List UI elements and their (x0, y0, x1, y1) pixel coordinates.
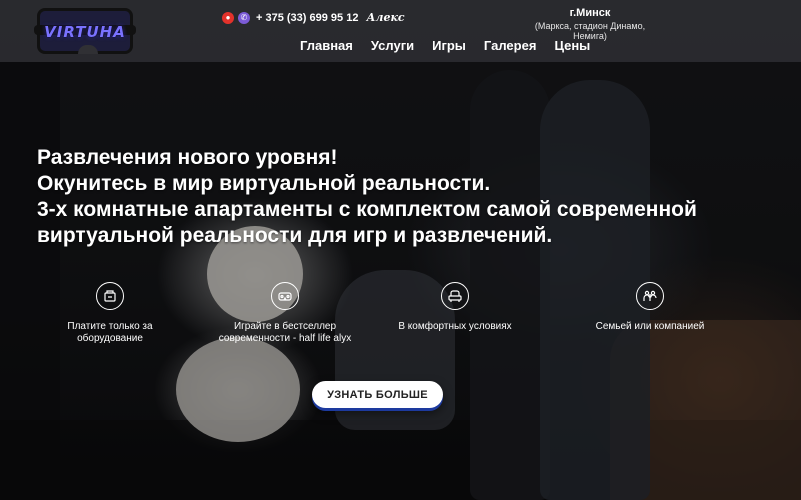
logo-text: VIRTUHA (44, 23, 126, 41)
armchair-icon (441, 282, 469, 310)
hero-background-photo (0, 0, 801, 500)
contact-phone[interactable]: ● ✆ + 375 (33) 699 95 12 Алекс (222, 11, 405, 24)
phone-operator-icon: ● (222, 11, 234, 24)
feature-label: Платите только за оборудование (67, 321, 153, 344)
feature-item: Играйте в бестселлер современности - hal… (215, 282, 355, 345)
feature-item: Платите только за оборудование (40, 282, 180, 345)
hero-line: Развлечения нового уровня! (37, 146, 338, 169)
city-name: г.Минск (569, 7, 611, 19)
main-nav: Главная Услуги Игры Галерея Цены (300, 38, 608, 53)
nav-item-gallery[interactable]: Галерея (484, 38, 537, 53)
site-header: VIRTUHA ● ✆ + 375 (33) 699 95 12 Алекс г… (0, 0, 801, 62)
family-icon (636, 282, 664, 310)
viber-icon: ✆ (238, 11, 250, 24)
site-logo[interactable]: VIRTUHA (34, 8, 136, 54)
hero-headline: Развлечения нового уровня! Окунитесь в м… (37, 145, 767, 249)
feature-label: В комфортных условиях (398, 321, 512, 332)
hero-line: 3-х комнатные апартаменты с комплектом с… (37, 198, 697, 221)
location: г.Минск (Маркса, стадион Динамо, Немига) (520, 7, 660, 41)
hero-line: Окунитесь в мир виртуальной реальности. (37, 172, 491, 195)
feature-item: В комфортных условиях (385, 282, 525, 333)
phone-number[interactable]: + 375 (33) 699 95 12 (256, 12, 358, 24)
feature-item: Семьей или компанией (580, 282, 720, 333)
vr-headset-icon (271, 282, 299, 310)
nav-item-games[interactable]: Игры (432, 38, 466, 53)
feature-label: Играйте в бестселлер современности - hal… (218, 321, 352, 344)
feature-label: Семьей или компанией (595, 321, 705, 332)
nav-item-home[interactable]: Главная (300, 38, 353, 53)
vr-equipment-icon (96, 282, 124, 310)
contact-name: Алекс (366, 11, 405, 24)
features-row: Платите только за оборудование Играйте в… (40, 282, 760, 362)
hero-line: виртуальной реальности для игр и развлеч… (37, 224, 553, 247)
nav-item-services[interactable]: Услуги (371, 38, 414, 53)
learn-more-button[interactable]: УЗНАТЬ БОЛЬШЕ (312, 381, 443, 408)
nav-item-prices[interactable]: Цены (554, 38, 590, 53)
